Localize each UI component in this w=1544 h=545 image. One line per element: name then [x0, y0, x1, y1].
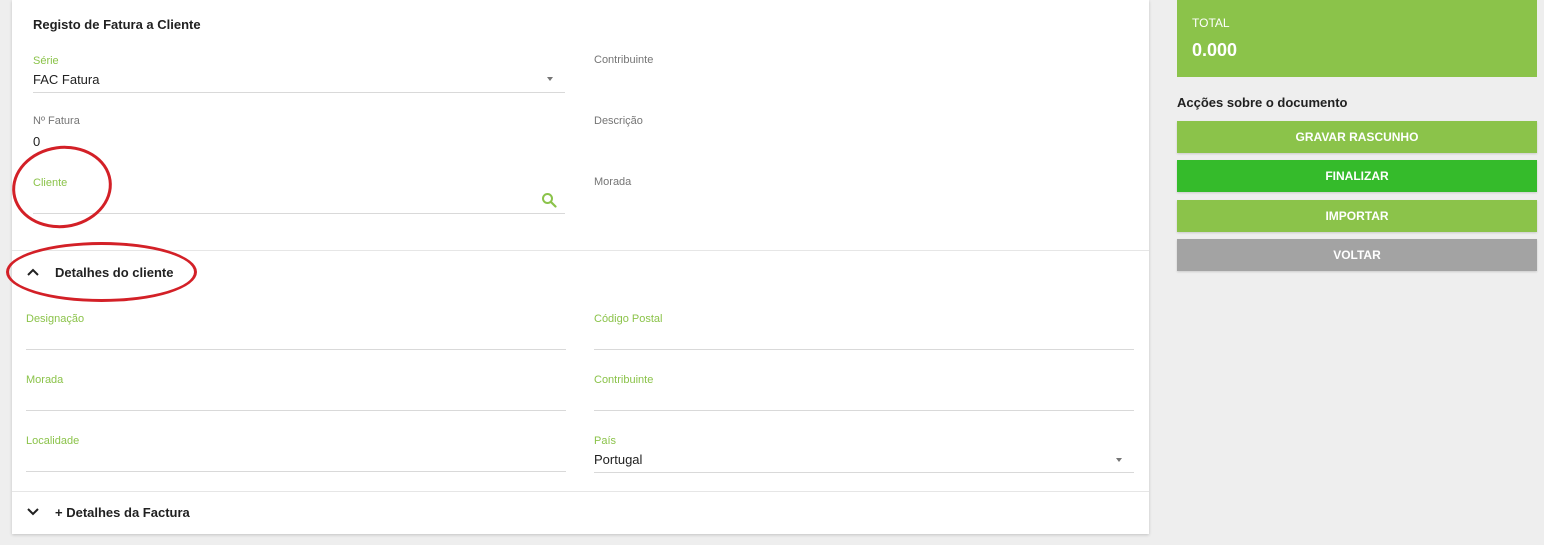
cliente-label: Cliente [33, 177, 68, 189]
pais-underline [594, 472, 1134, 473]
back-button[interactable]: VOLTAR [1177, 239, 1537, 271]
num-fatura-field[interactable]: Nº Fatura 0 [33, 115, 565, 153]
search-icon[interactable] [541, 192, 557, 208]
serie-value: FAC Fatura [33, 72, 100, 87]
designacao-underline [26, 349, 566, 350]
cliente-field[interactable]: Cliente [33, 177, 565, 215]
invoice-details-header: + Detalhes da Factura [55, 505, 190, 520]
morada-label: Morada [594, 176, 632, 188]
serie-underline [33, 92, 565, 93]
client-details-header: Detalhes do cliente [55, 265, 174, 280]
pais-value: Portugal [594, 452, 643, 467]
client-contribuinte-underline [594, 410, 1134, 411]
localidade-label: Localidade [26, 435, 80, 447]
save-draft-button[interactable]: GRAVAR RASCUNHO [1177, 121, 1537, 153]
client-morada-label: Morada [26, 374, 64, 386]
descricao-field[interactable]: Descrição [594, 115, 1134, 153]
chevron-up-icon [27, 268, 39, 276]
total-value: 0.000 [1192, 40, 1238, 60]
codigo-postal-label: Código Postal [594, 313, 663, 325]
client-morada-field[interactable]: Morada [26, 374, 566, 412]
morada-field[interactable]: Morada [594, 176, 1134, 214]
client-details-toggle[interactable]: Detalhes do cliente [12, 251, 1149, 293]
client-contribuinte-label: Contribuinte [594, 374, 654, 386]
contribuinte-field[interactable]: Contribuinte [594, 54, 1134, 92]
num-fatura-value: 0 [33, 134, 41, 149]
serie-select[interactable]: Série FAC Fatura [33, 55, 565, 93]
chevron-down-icon [27, 508, 39, 516]
import-button[interactable]: IMPORTAR [1177, 200, 1537, 232]
designacao-label: Designação [26, 313, 85, 325]
localidade-underline [26, 471, 566, 472]
pais-select[interactable]: País Portugal [594, 435, 1134, 473]
actions-title: Acções sobre o documento [1177, 95, 1348, 110]
invoice-details-toggle[interactable]: + Detalhes da Factura [12, 491, 1149, 533]
localidade-field[interactable]: Localidade [26, 435, 566, 473]
dropdown-caret-icon[interactable] [1116, 458, 1122, 462]
contribuinte-label: Contribuinte [594, 54, 654, 66]
cliente-underline [33, 213, 565, 214]
dropdown-caret-icon[interactable] [547, 77, 553, 81]
codigo-postal-underline [594, 349, 1134, 350]
total-panel: TOTAL 0.000 [1177, 0, 1537, 77]
pais-label: País [594, 435, 617, 447]
client-contribuinte-field[interactable]: Contribuinte [594, 374, 1134, 412]
serie-label: Série [33, 55, 59, 67]
num-fatura-label: Nº Fatura [33, 115, 80, 127]
finalize-button[interactable]: FINALIZAR [1177, 160, 1537, 192]
total-label: TOTAL [1192, 16, 1230, 30]
designacao-field[interactable]: Designação [26, 313, 566, 351]
invoice-form-card: Registo de Fatura a Cliente Série FAC Fa… [12, 0, 1149, 534]
form-title: Registo de Fatura a Cliente [33, 17, 201, 32]
descricao-label: Descrição [594, 115, 643, 127]
client-morada-underline [26, 410, 566, 411]
codigo-postal-field[interactable]: Código Postal [594, 313, 1134, 351]
